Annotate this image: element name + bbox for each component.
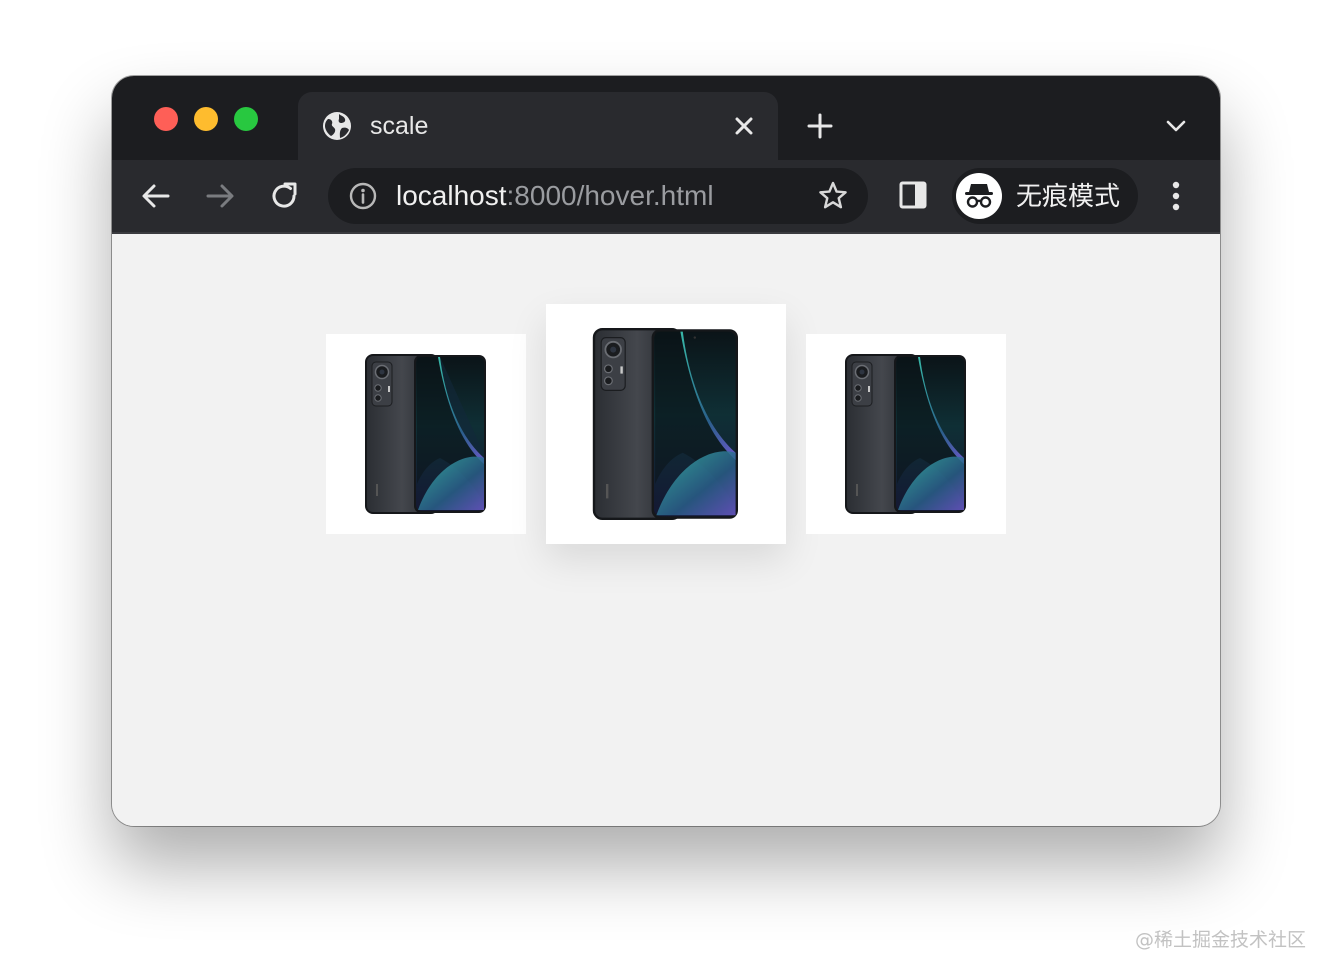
phone-image bbox=[365, 354, 486, 514]
browser-window: scale localhost:8000/hover.html 无痕模式 bbox=[112, 76, 1220, 826]
phone-card-2[interactable] bbox=[546, 304, 786, 544]
watermark: @稀土掘金技术社区 bbox=[1134, 929, 1306, 951]
window-close-button[interactable] bbox=[154, 107, 178, 131]
window-zoom-button[interactable] bbox=[234, 107, 258, 131]
incognito-indicator[interactable]: 无痕模式 bbox=[952, 168, 1138, 224]
globe-icon bbox=[323, 112, 351, 140]
info-icon[interactable] bbox=[348, 181, 378, 211]
close-icon[interactable] bbox=[732, 114, 756, 138]
star-icon[interactable] bbox=[816, 179, 850, 213]
phone-image bbox=[592, 328, 738, 520]
phone-card-3[interactable] bbox=[806, 334, 1006, 534]
phone-image bbox=[845, 354, 966, 514]
arrow-left-icon[interactable] bbox=[140, 180, 172, 212]
tab-title: scale bbox=[370, 112, 429, 140]
url-text[interactable]: localhost:8000/hover.html bbox=[396, 180, 714, 212]
incognito-icon bbox=[965, 184, 993, 208]
url-host: localhost bbox=[396, 180, 507, 211]
page-content bbox=[112, 234, 1220, 826]
window-minimize-button[interactable] bbox=[194, 107, 218, 131]
tab-scale[interactable]: scale bbox=[298, 92, 778, 160]
side-panel-icon[interactable] bbox=[898, 180, 928, 210]
toolbar: localhost:8000/hover.html 无痕模式 bbox=[112, 160, 1220, 234]
tab-strip: scale bbox=[112, 76, 1220, 160]
kebab-menu-icon[interactable] bbox=[1162, 180, 1190, 212]
incognito-badge bbox=[956, 173, 1002, 219]
arrow-right-icon[interactable] bbox=[204, 180, 236, 212]
reload-icon[interactable] bbox=[268, 180, 300, 212]
incognito-label: 无痕模式 bbox=[1016, 181, 1121, 211]
address-bar[interactable]: localhost:8000/hover.html bbox=[328, 168, 868, 224]
url-path: :8000/hover.html bbox=[506, 180, 714, 211]
chevron-down-icon[interactable] bbox=[1164, 116, 1188, 136]
phone-card-1[interactable] bbox=[326, 334, 526, 534]
plus-icon[interactable] bbox=[806, 112, 834, 140]
